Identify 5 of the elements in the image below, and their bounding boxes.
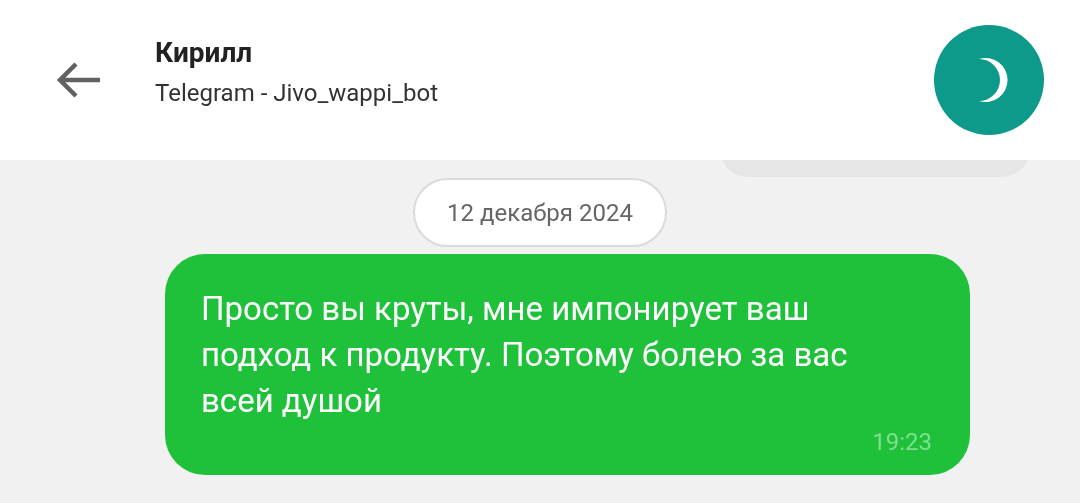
date-separator: 12 декабря 2024: [413, 178, 667, 247]
message-time: 19:23: [872, 427, 932, 458]
channel-subtitle: Telegram - Jivo_wappi_bot: [155, 78, 438, 109]
contact-name: Кирилл: [155, 35, 254, 71]
message-text: Просто вы круты, мне импонирует ваш подход к продукту. Поэтому болею за вас всей душой: [201, 288, 849, 422]
